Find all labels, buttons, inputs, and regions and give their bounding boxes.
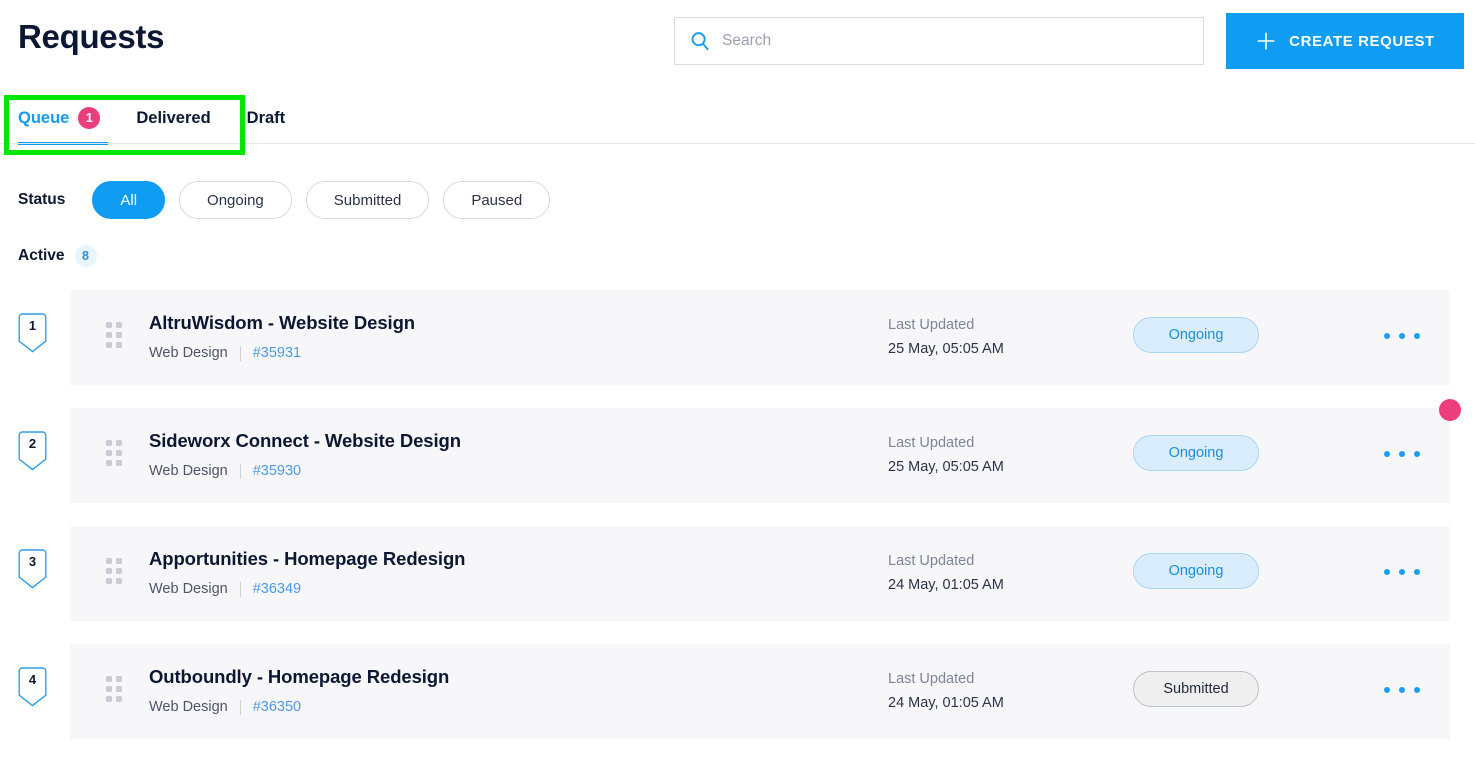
row-more-options-icon[interactable] [1384, 445, 1420, 463]
page-title: Requests [18, 18, 165, 55]
active-section-header: Active 8 [18, 245, 97, 267]
list-item: 2 Sideworx Connect - Website Design Web … [0, 408, 1475, 503]
rank-number: 4 [28, 672, 37, 687]
tab-list: Queue 1 Delivered Draft [18, 100, 321, 145]
request-main: Apportunities - Homepage Redesign Web De… [149, 548, 465, 597]
status-filter-row: Status All Ongoing Submitted Paused [18, 181, 564, 219]
rank-badge: 1 [18, 313, 47, 353]
last-updated-block: Last Updated 24 May, 01:05 AM [888, 553, 1068, 593]
list-item: 1 AltruWisdom - Website Design Web Desig… [0, 290, 1475, 385]
status-badge[interactable]: Ongoing [1133, 553, 1259, 589]
rank-number: 3 [28, 554, 37, 569]
search-icon [689, 30, 711, 52]
request-title[interactable]: Apportunities - Homepage Redesign [149, 548, 465, 570]
request-id[interactable]: #36349 [253, 581, 301, 597]
status-badge[interactable]: Ongoing [1133, 435, 1259, 471]
request-id[interactable]: #36350 [253, 699, 301, 715]
tab-delivered[interactable]: Delivered [136, 100, 210, 136]
request-card[interactable]: Apportunities - Homepage Redesign Web De… [70, 526, 1450, 621]
request-card[interactable]: AltruWisdom - Website Design Web Design … [70, 290, 1450, 385]
drag-handle-icon[interactable] [106, 676, 122, 702]
meta-separator [239, 581, 241, 597]
status-filter-submitted[interactable]: Submitted [305, 181, 430, 219]
list-item: 3 Apportunities - Homepage Redesign Web … [0, 526, 1475, 621]
last-updated-label: Last Updated [888, 671, 975, 687]
row-more-options-icon[interactable] [1384, 563, 1420, 581]
active-label: Active [18, 247, 65, 264]
tab-queue-badge: 1 [78, 107, 101, 129]
tab-draft-label: Draft [246, 108, 286, 127]
cursor-marker [1439, 399, 1461, 421]
drag-handle-icon[interactable] [106, 440, 122, 466]
last-updated-block: Last Updated 25 May, 05:05 AM [888, 317, 1068, 357]
request-list: 1 AltruWisdom - Website Design Web Desig… [0, 290, 1475, 762]
tab-queue-label: Queue [18, 108, 70, 127]
last-updated-block: Last Updated 25 May, 05:05 AM [888, 435, 1068, 475]
status-filter-label: Status [18, 191, 66, 208]
status-badge[interactable]: Ongoing [1133, 317, 1259, 353]
page-header: Requests CREATE REQUEST [0, 0, 1475, 82]
request-meta: Web Design #35931 [149, 345, 415, 361]
tab-delivered-label: Delivered [136, 108, 211, 127]
tabs-bar: Queue 1 Delivered Draft [0, 100, 1475, 145]
last-updated-value: 25 May, 05:05 AM [888, 341, 1004, 357]
row-more-options-icon[interactable] [1384, 681, 1420, 699]
drag-handle-icon[interactable] [106, 558, 122, 584]
request-meta: Web Design #36350 [149, 699, 449, 715]
request-title[interactable]: Outboundly - Homepage Redesign [149, 666, 449, 688]
drag-handle-icon[interactable] [106, 322, 122, 348]
requests-page: Requests CREATE REQUEST Que [0, 0, 1475, 762]
status-badge[interactable]: Submitted [1133, 671, 1259, 707]
tab-draft[interactable]: Draft [247, 100, 286, 136]
create-request-button[interactable]: CREATE REQUEST [1226, 13, 1464, 69]
request-card[interactable]: Outboundly - Homepage Redesign Web Desig… [70, 644, 1450, 739]
last-updated-label: Last Updated [888, 553, 975, 569]
last-updated-block: Last Updated 24 May, 01:05 AM [888, 671, 1068, 711]
request-category: Web Design [149, 345, 228, 361]
request-main: Outboundly - Homepage Redesign Web Desig… [149, 666, 449, 715]
status-filter-paused[interactable]: Paused [443, 181, 551, 219]
active-count-badge: 8 [74, 245, 97, 267]
request-meta: Web Design #35930 [149, 463, 461, 479]
meta-separator [239, 463, 241, 479]
rank-number: 2 [28, 436, 37, 451]
request-category: Web Design [149, 463, 228, 479]
request-card[interactable]: Sideworx Connect - Website Design Web De… [70, 408, 1450, 503]
list-item: 4 Outboundly - Homepage Redesign Web Des… [0, 644, 1475, 739]
row-more-options-icon[interactable] [1384, 327, 1420, 345]
rank-badge: 4 [18, 667, 47, 707]
request-main: Sideworx Connect - Website Design Web De… [149, 430, 461, 479]
request-category: Web Design [149, 699, 228, 715]
request-category: Web Design [149, 581, 228, 597]
rank-badge: 3 [18, 549, 47, 589]
tab-queue[interactable]: Queue 1 [18, 100, 108, 145]
request-main: AltruWisdom - Website Design Web Design … [149, 312, 415, 361]
last-updated-value: 24 May, 01:05 AM [888, 695, 1004, 711]
rank-number: 1 [28, 318, 37, 333]
plus-icon [1255, 30, 1277, 52]
request-title[interactable]: Sideworx Connect - Website Design [149, 430, 461, 452]
request-title[interactable]: AltruWisdom - Website Design [149, 312, 415, 334]
search-box[interactable] [674, 17, 1204, 65]
last-updated-value: 25 May, 05:05 AM [888, 459, 1004, 475]
meta-separator [239, 345, 241, 361]
meta-separator [239, 699, 241, 715]
tabs-divider [0, 143, 1475, 144]
last-updated-label: Last Updated [888, 435, 975, 451]
request-id[interactable]: #35931 [253, 345, 301, 361]
last-updated-label: Last Updated [888, 317, 975, 333]
request-id[interactable]: #35930 [253, 463, 301, 479]
request-meta: Web Design #36349 [149, 581, 465, 597]
search-input[interactable] [722, 32, 1189, 50]
status-filter-all[interactable]: All [92, 181, 166, 219]
last-updated-value: 24 May, 01:05 AM [888, 577, 1004, 593]
status-filter-ongoing[interactable]: Ongoing [179, 181, 292, 219]
create-request-label: CREATE REQUEST [1289, 32, 1435, 50]
rank-badge: 2 [18, 431, 47, 471]
